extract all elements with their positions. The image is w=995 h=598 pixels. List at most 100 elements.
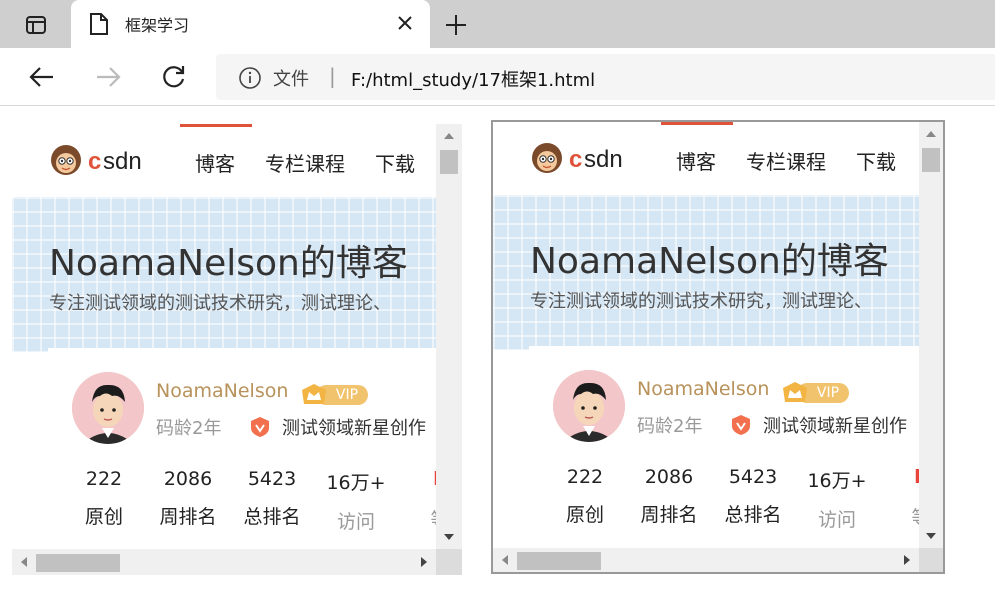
iframe-right: c sdn 博客 专栏课程 下载 NoamaNelson的博客 专注测试领域的测… (491, 120, 945, 574)
profile-card: NoamaNelson VIP 码龄2年 测试领域新星创作 222 原创 208… (48, 348, 436, 549)
stat-value: 2086 (644, 466, 694, 488)
blog-subtitle: 专注测试领域的测试技术研究，测试理论、 (49, 293, 391, 314)
stat-value: 16万+ (326, 472, 386, 494)
username[interactable]: NoamaNelson (637, 378, 769, 400)
scroll-down-icon[interactable] (436, 527, 462, 547)
avatar[interactable] (553, 370, 625, 442)
scroll-left-icon[interactable] (495, 548, 515, 572)
url-field[interactable]: 文件 | F:/html_study/17框架1.html (216, 54, 995, 100)
close-icon[interactable] (394, 12, 416, 34)
vertical-scrollbar[interactable] (919, 122, 943, 548)
back-button[interactable] (27, 62, 57, 92)
stat-value: 16万+ (807, 470, 867, 492)
nav-active-indicator (661, 122, 733, 125)
scroll-up-icon[interactable] (919, 124, 943, 144)
stat-label: 访问 (817, 509, 856, 531)
crown-icon (781, 380, 809, 406)
scrollbar-corner (919, 548, 943, 572)
stat-label: 访问 (336, 511, 375, 533)
stat-value: 5423 (728, 466, 778, 488)
new-tab-button[interactable] (441, 10, 471, 40)
profile-card: NoamaNelson VIP 码龄2年 测试领域新星创作 222 原创 208… (529, 346, 919, 548)
stat-label: 原创 (565, 504, 604, 526)
stats-row: 222 原创 2086 周排名 5423 总排名 16万+ 访问 等 (529, 466, 919, 546)
nav-item-blog[interactable]: 博客 (676, 146, 716, 175)
stat-level[interactable]: 等 (400, 468, 436, 532)
logo-text-c: c (88, 148, 101, 175)
csdn-nav: 博客 专栏课程 下载 (676, 146, 896, 175)
crown-icon (300, 382, 328, 408)
stat-weekly-rank[interactable]: 2086 周排名 (629, 466, 709, 527)
url-scheme-label: 文件 (273, 69, 309, 90)
scroll-left-icon[interactable] (14, 549, 34, 575)
tab-title: 框架学习 (125, 16, 190, 35)
vip-badge: VIP (781, 380, 849, 404)
vertical-scroll-thumb[interactable] (440, 150, 458, 174)
vip-badge: VIP (300, 382, 368, 406)
nav-item-courses[interactable]: 专栏课程 (265, 148, 345, 177)
stat-value: 2086 (163, 468, 213, 490)
stat-weekly-rank[interactable]: 2086 周排名 (148, 468, 228, 529)
blog-banner: NoamaNelson的博客 专注测试领域的测试技术研究，测试理论、 (493, 195, 919, 350)
url-text[interactable]: F:/html_study/17框架1.html (351, 66, 595, 92)
horizontal-scrollbar[interactable] (12, 549, 436, 575)
stat-visits[interactable]: 16万+ 访问 (797, 466, 877, 532)
tab-actions-icon[interactable] (16, 10, 56, 40)
stat-originals[interactable]: 222 原创 (545, 466, 625, 527)
scroll-down-icon[interactable] (919, 526, 943, 546)
csdn-logo[interactable]: c sdn (529, 140, 653, 176)
stat-value: 5423 (247, 468, 297, 490)
stat-originals[interactable]: 222 原创 (64, 468, 144, 529)
code-age: 码龄2年 (637, 416, 703, 437)
stat-label: 等 (400, 505, 436, 532)
stat-value: 222 (566, 466, 604, 488)
document-icon (89, 12, 109, 36)
level-icon (881, 466, 919, 491)
username[interactable]: NoamaNelson (156, 380, 288, 402)
stat-label: 周排名 (640, 504, 698, 526)
browser-tab[interactable]: 框架学习 (71, 0, 430, 48)
nav-item-blog[interactable]: 博客 (195, 148, 235, 177)
horizontal-scroll-thumb[interactable] (36, 554, 120, 572)
nav-item-download[interactable]: 下载 (375, 148, 415, 177)
scroll-up-icon[interactable] (436, 126, 462, 146)
avatar[interactable] (72, 372, 144, 444)
scrollbar-corner (436, 549, 462, 575)
nav-item-download[interactable]: 下载 (856, 146, 896, 175)
creator-title[interactable]: 测试领域新星创作 (282, 414, 426, 440)
stat-label: 周排名 (159, 506, 217, 528)
code-age: 码龄2年 (156, 418, 222, 439)
tab-bar: 框架学习 (0, 0, 995, 48)
forward-button[interactable] (93, 62, 123, 92)
iframe-left: c sdn 博客 专栏课程 下载 NoamaNelson的博客 专注测试领域的测… (12, 124, 462, 575)
frame-viewport: c sdn 博客 专栏课程 下载 NoamaNelson的博客 专注测试领域的测… (12, 124, 436, 549)
address-bar: 文件 | F:/html_study/17框架1.html (0, 48, 995, 106)
horizontal-scrollbar[interactable] (493, 548, 919, 572)
stats-row: 222 原创 2086 周排名 5423 总排名 16万+ 访问 等 (48, 468, 436, 548)
vertical-scrollbar[interactable] (436, 124, 462, 549)
blog-title: NoamaNelson的博客 (530, 241, 889, 282)
blog-banner: NoamaNelson的博客 专注测试领域的测试技术研究，测试理论、 (12, 197, 436, 352)
scroll-right-icon[interactable] (414, 549, 434, 575)
horizontal-scroll-thumb[interactable] (517, 552, 601, 570)
stat-total-rank[interactable]: 5423 总排名 (232, 468, 312, 529)
stat-visits[interactable]: 16万+ 访问 (316, 468, 396, 534)
logo-text-c: c (569, 146, 582, 173)
vertical-scroll-thumb[interactable] (922, 148, 940, 172)
csdn-nav: 博客 专栏课程 下载 (195, 148, 415, 177)
url-separator: | (329, 64, 336, 88)
refresh-button[interactable] (159, 62, 189, 92)
csdn-logo[interactable]: c sdn (48, 142, 172, 178)
level-icon (400, 468, 436, 493)
scroll-right-icon[interactable] (897, 548, 917, 572)
medal-icon (250, 416, 270, 438)
stat-total-rank[interactable]: 5423 总排名 (713, 466, 793, 527)
creator-title[interactable]: 测试领域新星创作 (763, 412, 907, 438)
blog-title: NoamaNelson的博客 (49, 243, 408, 284)
stat-level[interactable]: 等 (881, 466, 919, 530)
stat-label: 总排名 (724, 504, 782, 526)
csdn-header: c sdn 博客 专栏课程 下载 (12, 124, 436, 197)
nav-item-courses[interactable]: 专栏课程 (746, 146, 826, 175)
info-icon[interactable] (238, 66, 262, 90)
logo-text-sdn: sdn (584, 146, 623, 173)
